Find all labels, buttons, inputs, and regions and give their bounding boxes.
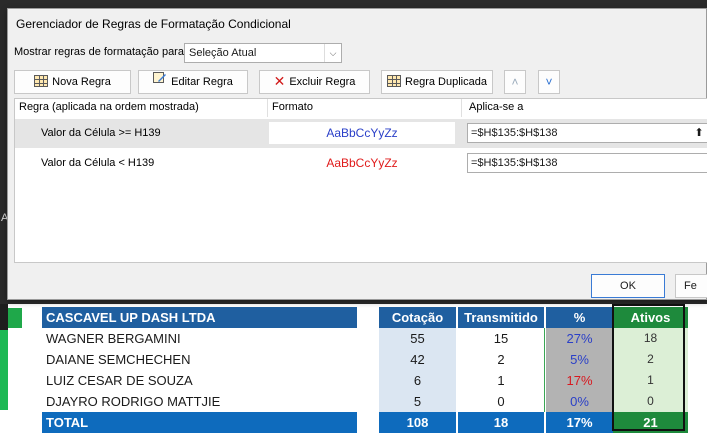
delete-rule-button[interactable]: ✕ Excluir Regra <box>259 70 370 94</box>
collapse-dialog-icon[interactable]: ⬆ <box>691 124 707 142</box>
total-cotacao[interactable]: 108 <box>379 412 456 433</box>
table-row: DAIANE SEMCHECHEN 42 2 5% 2 <box>42 349 692 370</box>
row-cotacao[interactable]: 55 <box>379 328 456 349</box>
row-cotacao[interactable]: 42 <box>379 349 456 370</box>
grid-icon <box>387 75 402 88</box>
selection-border <box>544 328 545 412</box>
show-rules-select[interactable]: Seleção Atual ⌵ <box>184 43 342 63</box>
chevron-down-icon[interactable]: ⌵ <box>324 44 341 62</box>
table-row: WAGNER BERGAMINI 55 15 27% 18 <box>42 328 692 349</box>
row-ativos[interactable]: 18 <box>613 328 688 349</box>
column-divider <box>267 99 268 117</box>
chevron-up-icon: ˄ <box>511 75 519 89</box>
applies-to-input[interactable]: =$H$135:$H$138 <box>467 153 707 173</box>
header-transmitido[interactable]: Transmitido <box>458 307 544 328</box>
row-ativos[interactable]: 2 <box>613 349 688 370</box>
row-cotacao[interactable]: 5 <box>379 391 456 412</box>
table-row: LUIZ CESAR DE SOUZA 6 1 17% 1 <box>42 370 692 391</box>
row-name[interactable]: DJAYRO RODRIGO MATTJIE <box>42 391 357 412</box>
row-name[interactable]: DAIANE SEMCHECHEN <box>42 349 357 370</box>
green-marker <box>8 308 22 328</box>
row-name[interactable]: LUIZ CESAR DE SOUZA <box>42 370 357 391</box>
row-name[interactable]: WAGNER BERGAMINI <box>42 328 357 349</box>
row-ativos[interactable]: 1 <box>613 370 688 391</box>
delete-x-icon: ✕ <box>273 73 286 90</box>
row-pct[interactable]: 0% <box>546 391 613 412</box>
row-pct[interactable]: 17% <box>546 370 613 391</box>
edit-rule-label: Editar Regra <box>171 76 233 88</box>
grid-icon <box>34 75 49 88</box>
row-ativos[interactable]: 0 <box>613 391 688 412</box>
conditional-formatting-dialog: Gerenciador de Regras de Formatação Cond… <box>7 8 707 300</box>
row-transmitido[interactable]: 0 <box>458 391 544 412</box>
table-header-row: CASCAVEL UP DASH LTDA Cotação Transmitid… <box>42 307 692 328</box>
format-preview: AaBbCcYyZz <box>269 152 455 174</box>
total-ativos[interactable]: 21 <box>613 412 688 433</box>
edit-icon <box>153 70 167 92</box>
header-cotacao[interactable]: Cotação <box>379 307 456 328</box>
column-format-header: Formato <box>272 101 313 113</box>
row-transmitido[interactable]: 15 <box>458 328 544 349</box>
header-company[interactable]: CASCAVEL UP DASH LTDA <box>42 307 357 328</box>
rule-name: Valor da Célula < H139 <box>41 157 155 169</box>
header-pct[interactable]: % <box>546 307 613 328</box>
table-row: DJAYRO RODRIGO MATTJIE 5 0 0% 0 <box>42 391 692 412</box>
move-down-button[interactable]: ˅ <box>538 70 560 94</box>
column-applies-header: Aplica-se a <box>469 101 524 113</box>
row-pct[interactable]: 27% <box>546 328 613 349</box>
rule-name: Valor da Célula >= H139 <box>41 127 161 139</box>
total-transmitido[interactable]: 18 <box>458 412 544 433</box>
rule-row[interactable]: Valor da Célula < H139 AaBbCcYyZz =$H$13… <box>15 149 707 178</box>
ok-button[interactable]: OK <box>591 274 665 298</box>
delete-rule-label: Excluir Regra <box>289 76 356 88</box>
applies-to-value: =$H$135:$H$138 <box>471 157 558 169</box>
duplicate-rule-label: Regra Duplicada <box>405 76 487 88</box>
format-preview: AaBbCcYyZz <box>269 122 455 144</box>
move-up-button[interactable]: ˄ <box>504 70 526 94</box>
total-label[interactable]: TOTAL <box>42 412 357 433</box>
show-rules-label: Mostrar regras de formatação para: <box>14 46 188 58</box>
green-stripe <box>0 330 8 410</box>
close-button[interactable]: Fe <box>675 274 707 298</box>
show-rules-value: Seleção Atual <box>189 47 257 59</box>
rule-row-selected[interactable]: Valor da Célula >= H139 AaBbCcYyZz =$H$1… <box>15 119 707 148</box>
chevron-down-icon: ˅ <box>545 75 553 89</box>
table-total-row: TOTAL 108 18 17% 21 <box>42 412 692 433</box>
applies-to-value: =$H$135:$H$138 <box>471 127 558 139</box>
row-cotacao[interactable]: 6 <box>379 370 456 391</box>
row-transmitido[interactable]: 2 <box>458 349 544 370</box>
total-pct[interactable]: 17% <box>546 412 613 433</box>
column-rule-header: Regra (aplicada na ordem mostrada) <box>19 101 199 113</box>
applies-to-input[interactable]: =$H$135:$H$138 ⬆ <box>467 123 707 143</box>
new-rule-label: Nova Regra <box>52 76 111 88</box>
duplicate-rule-button[interactable]: Regra Duplicada <box>381 70 493 94</box>
header-ativos[interactable]: Ativos <box>613 307 688 328</box>
edit-rule-button[interactable]: Editar Regra <box>138 70 248 94</box>
dialog-title: Gerenciador de Regras de Formatação Cond… <box>16 17 291 31</box>
new-rule-button[interactable]: Nova Regra <box>14 70 131 94</box>
rules-list: Regra (aplicada na ordem mostrada) Forma… <box>14 98 707 263</box>
row-transmitido[interactable]: 1 <box>458 370 544 391</box>
row-pct[interactable]: 5% <box>546 349 613 370</box>
column-divider <box>461 99 462 117</box>
